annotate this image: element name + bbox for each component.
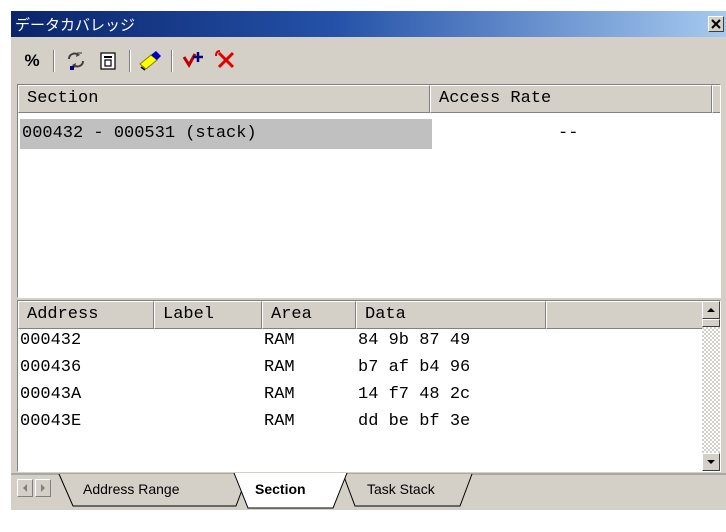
data-cell: 14 f7 48 2c: [358, 385, 471, 404]
scroll-down-button[interactable]: [702, 453, 720, 471]
header-filler: [712, 85, 720, 113]
add-range-button[interactable]: [181, 48, 207, 74]
table-row[interactable]: 000432 RAM 84 9b 87 49: [18, 329, 704, 356]
section-table: Section Access Rate 000432 - 000531 (sta…: [17, 84, 721, 298]
tab-address-range[interactable]: Address Range: [83, 481, 180, 497]
arrow-up-icon: [707, 308, 715, 312]
toolbar-separator: [53, 50, 55, 72]
scroll-up-button[interactable]: [702, 301, 720, 319]
table-row[interactable]: 00043A RAM 14 f7 48 2c: [18, 383, 704, 410]
tab-task-stack[interactable]: Task Stack: [367, 481, 435, 497]
address-cell: 000432: [20, 331, 82, 350]
data-coverage-window: データカバレッジ % Section Access Rate 000432 - …: [10, 10, 726, 510]
copy-button[interactable]: [95, 48, 121, 74]
section-column-header[interactable]: Section: [18, 85, 430, 113]
title-bar[interactable]: データカバレッジ: [11, 11, 726, 37]
coverage-brush-icon: [139, 51, 161, 71]
area-cell: RAM: [264, 385, 295, 404]
vertical-scrollbar[interactable]: [702, 301, 720, 471]
toolbar-separator: [171, 50, 173, 72]
area-column-header[interactable]: Area: [262, 301, 356, 329]
delete-range-button[interactable]: [213, 48, 239, 74]
data-cell: b7 af b4 96: [358, 358, 471, 377]
data-column-header[interactable]: Data: [356, 301, 546, 329]
access-rate-cell: --: [558, 124, 579, 143]
table-row[interactable]: 00043E RAM dd be bf 3e: [18, 410, 704, 437]
clipboard-icon: [100, 52, 116, 70]
coverage-tool-button[interactable]: [137, 48, 163, 74]
area-cell: RAM: [264, 412, 295, 431]
header-filler: [546, 301, 706, 329]
access-rate-column-header[interactable]: Access Rate: [430, 85, 712, 113]
close-button[interactable]: [708, 16, 724, 32]
label-column-header[interactable]: Label: [154, 301, 262, 329]
address-cell: 00043E: [20, 412, 82, 431]
area-cell: RAM: [264, 358, 295, 377]
refresh-button[interactable]: [63, 48, 89, 74]
percent-button[interactable]: %: [19, 48, 45, 74]
refresh-icon: [68, 52, 84, 70]
data-cell: dd be bf 3e: [358, 412, 471, 431]
address-cell: 00043A: [20, 385, 82, 404]
window-title: データカバレッジ: [15, 16, 136, 34]
arrow-down-icon: [707, 460, 715, 464]
table-row[interactable]: 000436 RAM b7 af b4 96: [18, 356, 704, 383]
delete-icon: [215, 50, 235, 69]
data-cell: 84 9b 87 49: [358, 331, 471, 350]
area-cell: RAM: [264, 331, 295, 350]
address-cell: 000436: [20, 358, 82, 377]
scroll-thumb[interactable]: [702, 319, 720, 327]
section-cell: 000432 - 000531 (stack): [22, 124, 257, 143]
data-table: Address Label Area Data 000432 RAM 84 9b…: [17, 300, 721, 472]
toolbar: %: [11, 38, 726, 84]
tab-section[interactable]: Section: [255, 481, 306, 497]
add-range-icon: [182, 52, 203, 68]
address-column-header[interactable]: Address: [18, 301, 154, 329]
toolbar-separator: [129, 50, 131, 72]
close-icon: [711, 19, 721, 29]
tab-strip: Address Range Section Task Stack: [11, 473, 726, 510]
